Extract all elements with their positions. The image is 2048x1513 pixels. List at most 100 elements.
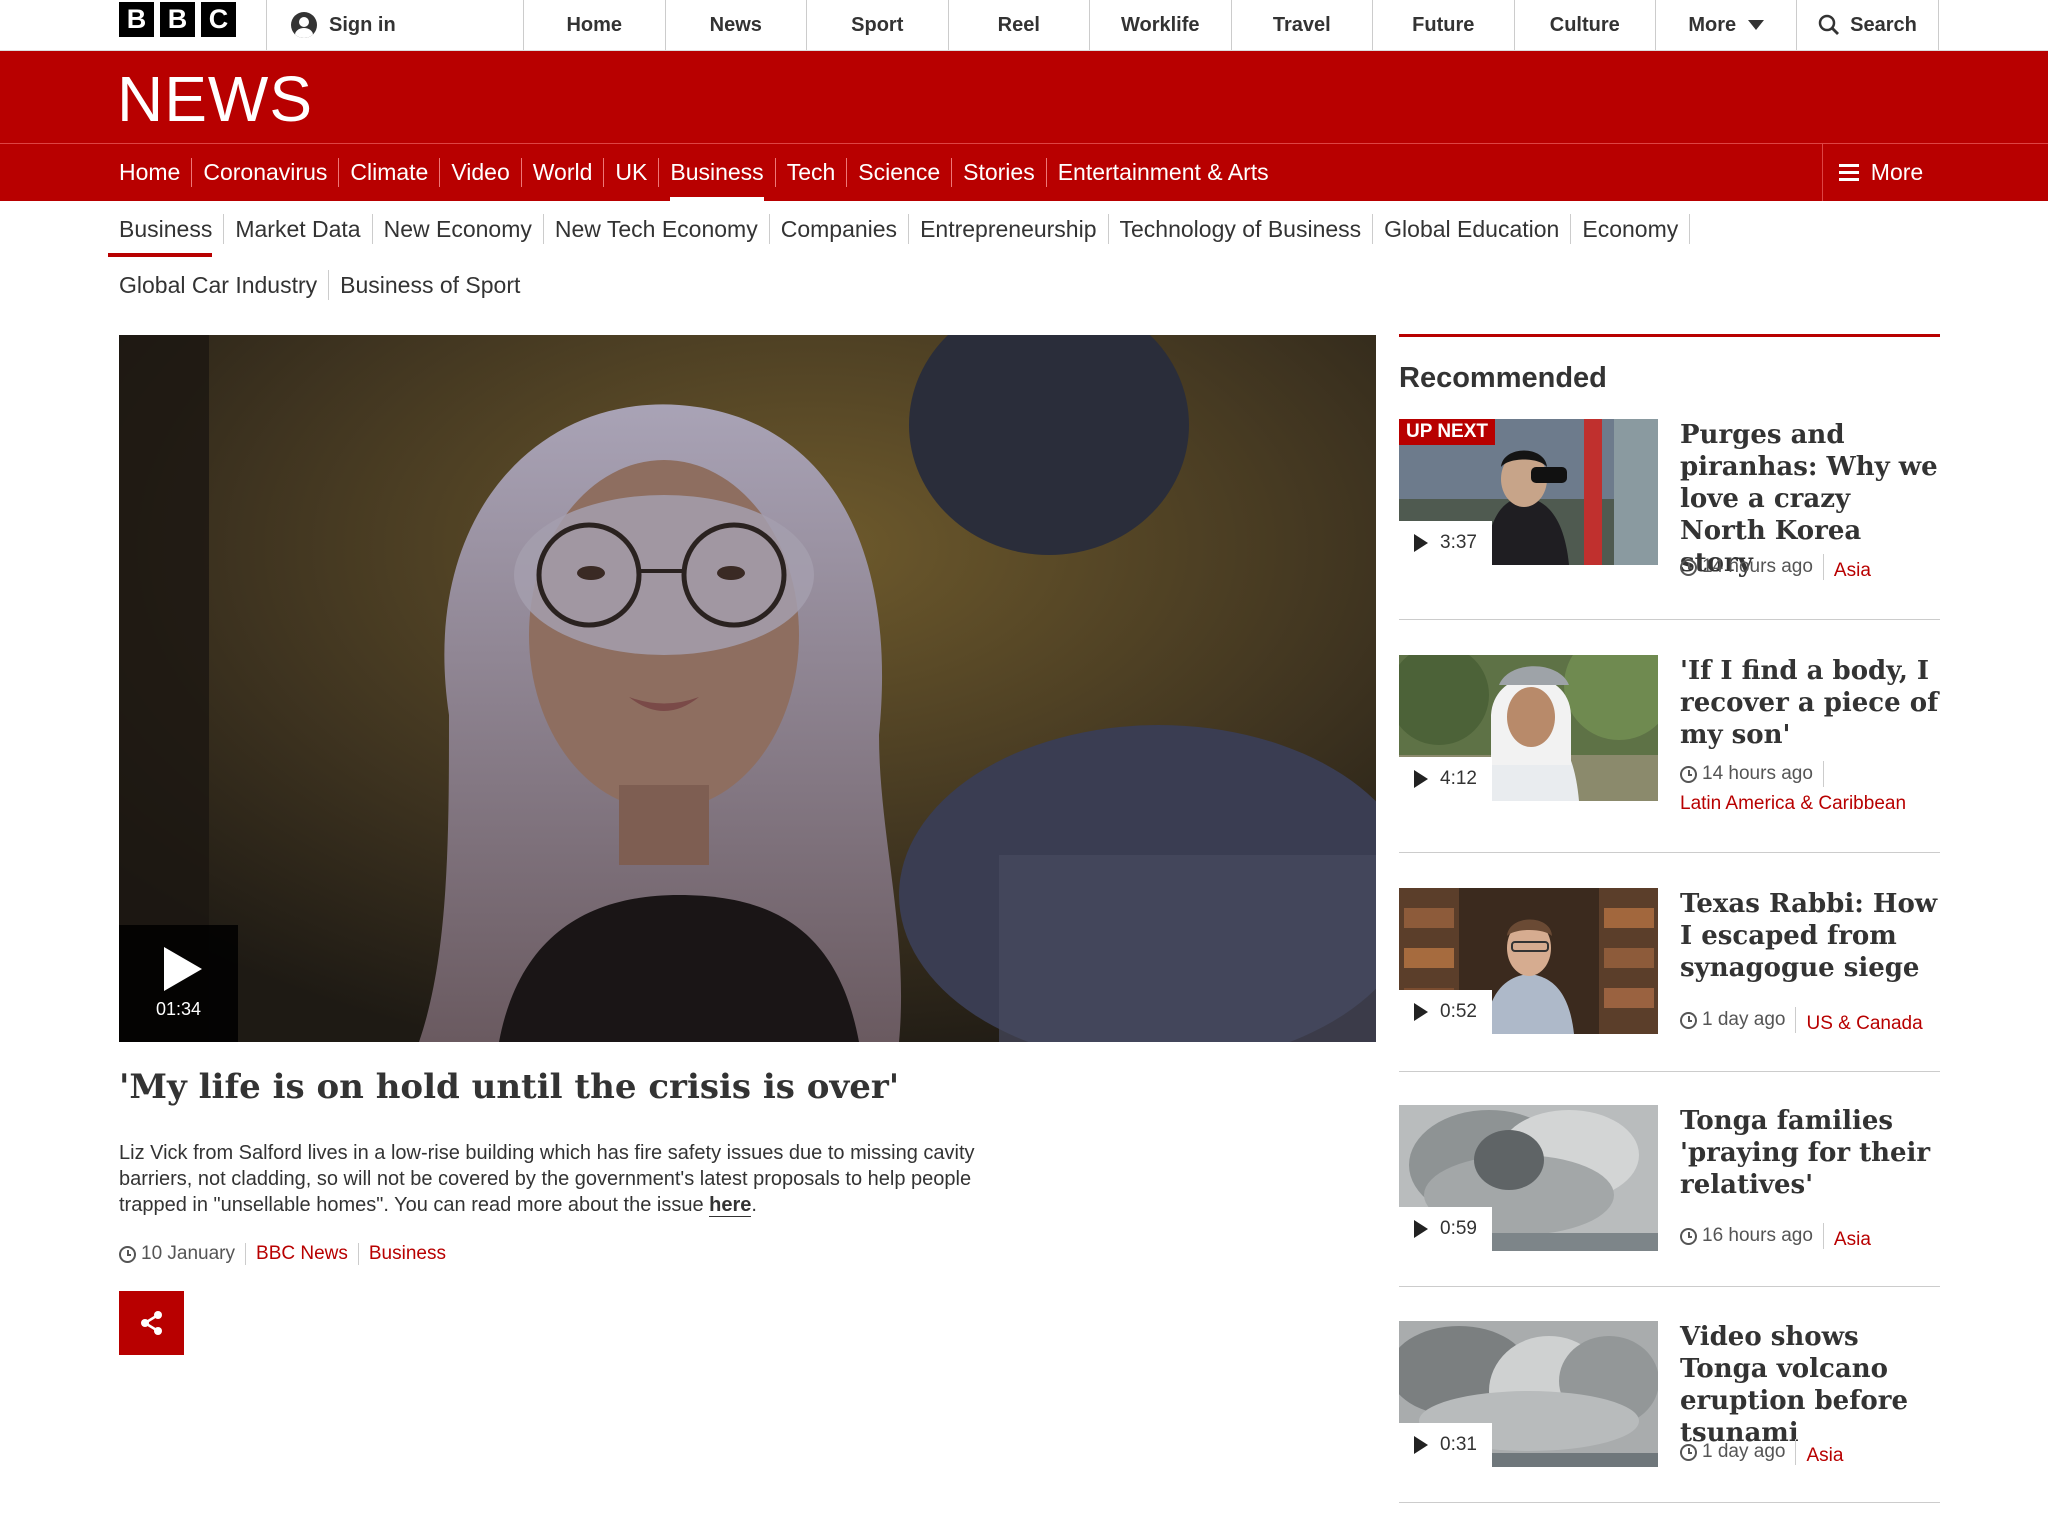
card-divider — [1399, 1286, 1940, 1287]
section-link[interactable]: Business — [357, 1243, 456, 1265]
news-nav-business[interactable]: Business — [658, 158, 774, 201]
play-icon — [1414, 1220, 1428, 1238]
play-button[interactable]: 01:34 — [119, 925, 238, 1042]
play-icon — [1414, 1003, 1428, 1021]
news-nav-video[interactable]: Video — [439, 158, 520, 187]
subnav-technology-of-business[interactable]: Technology of Business — [1107, 214, 1373, 244]
subnav-global-education[interactable]: Global Education — [1372, 214, 1570, 244]
sign-in-link[interactable]: Sign in — [266, 0, 524, 50]
news-header: NEWS Home Coronavirus Climate Video Worl… — [0, 51, 2048, 201]
card-time: 1 day ago — [1702, 1009, 1786, 1030]
subnav-business-of-sport[interactable]: Business of Sport — [328, 270, 531, 300]
news-nav-home[interactable]: Home — [119, 158, 191, 187]
card-meta: 1 day ago Asia — [1680, 1439, 1940, 1469]
share-button[interactable] — [119, 1291, 184, 1355]
card-duration: 3:37 — [1440, 532, 1477, 553]
card-meta: 14 hours ago Asia — [1680, 554, 1940, 584]
global-nav-sport[interactable]: Sport — [806, 0, 948, 50]
play-icon — [163, 947, 202, 991]
global-nav-news[interactable]: News — [664, 0, 807, 50]
subnav-companies[interactable]: Companies — [768, 214, 908, 244]
subnav-entrepreneurship[interactable]: Entrepreneurship — [908, 214, 1107, 244]
card-duration: 0:52 — [1440, 1001, 1477, 1022]
subnav-global-car-industry[interactable]: Global Car Industry — [119, 270, 328, 300]
card-category-link[interactable]: US & Canada — [1796, 1013, 1922, 1034]
subnav-business[interactable]: Business — [107, 214, 223, 257]
play-duration-badge: 0:31 — [1399, 1423, 1492, 1467]
news-nav: Home Coronavirus Climate Video World UK … — [119, 144, 1280, 201]
global-nav-culture[interactable]: Culture — [1513, 0, 1656, 50]
subnav-market-data[interactable]: Market Data — [223, 214, 371, 244]
news-nav-stories[interactable]: Stories — [951, 158, 1046, 187]
clock-icon — [119, 1245, 136, 1263]
card-meta: 14 hours ago Latin America & Caribbean — [1680, 761, 1940, 817]
news-nav-more-label: More — [1870, 159, 1924, 185]
card-time: 1 day ago — [1702, 1441, 1786, 1462]
search-button[interactable]: Search — [1796, 0, 1939, 50]
subnav-economy[interactable]: Economy — [1570, 214, 1691, 244]
news-nav-uk[interactable]: UK — [603, 158, 658, 187]
bbc-logo-letter: B — [160, 2, 195, 37]
source-link[interactable]: BBC News — [245, 1243, 358, 1265]
recommended-topline — [1399, 334, 1940, 337]
bbc-logo[interactable]: B B C — [119, 2, 236, 37]
sign-in-label: Sign in — [329, 13, 396, 36]
card-category-link[interactable]: Asia — [1824, 560, 1871, 581]
subnav-new-economy[interactable]: New Economy — [371, 214, 543, 244]
card-time: 14 hours ago — [1702, 556, 1813, 577]
play-duration-badge: 0:59 — [1399, 1207, 1492, 1251]
play-icon — [1414, 770, 1428, 788]
card-time: 16 hours ago — [1702, 1225, 1813, 1246]
play-duration-badge: 3:37 — [1399, 521, 1492, 565]
video-still-image — [119, 335, 1376, 1042]
global-nav-more-button[interactable]: More — [1655, 0, 1797, 50]
bbc-global-nav: Home News Sport Reel Worklife Travel Fut… — [523, 0, 1797, 50]
video-thumbnail[interactable]: 0:59 — [1399, 1105, 1658, 1251]
card-title[interactable]: Video shows Tonga volcano eruption befor… — [1680, 1321, 1940, 1449]
card-divider — [1399, 852, 1940, 853]
recommended-panel: Recommended UP NEXT 3:37 Purges and pira… — [1399, 334, 1940, 1503]
card-duration: 0:31 — [1440, 1434, 1477, 1455]
global-nav-reel[interactable]: Reel — [947, 0, 1090, 50]
video-thumbnail[interactable]: 4:12 — [1399, 655, 1658, 801]
news-nav-tech[interactable]: Tech — [774, 158, 847, 187]
summary-text: Liz Vick from Salford lives in a low-ris… — [119, 1142, 975, 1216]
news-nav-climate[interactable]: Climate — [338, 158, 439, 187]
video-thumbnail[interactable]: 0:31 — [1399, 1321, 1658, 1467]
video-duration: 01:34 — [155, 999, 202, 1019]
card-category-link[interactable]: Latin America & Caribbean — [1680, 793, 1906, 814]
more-label: More — [1688, 13, 1737, 36]
global-nav-worklife[interactable]: Worklife — [1089, 0, 1231, 50]
video-thumbnail[interactable]: UP NEXT 3:37 — [1399, 419, 1658, 565]
card-divider — [1399, 619, 1940, 620]
clock-icon — [1680, 1443, 1697, 1461]
news-nav-science[interactable]: Science — [846, 158, 951, 187]
news-nav-more-button[interactable]: More — [1822, 144, 1939, 201]
global-nav-future[interactable]: Future — [1372, 0, 1514, 50]
news-nav-coronavirus[interactable]: Coronavirus — [191, 158, 338, 187]
video-meta: 10 January BBC News Business — [119, 1243, 456, 1265]
card-title[interactable]: 'If I find a body, I recover a piece of … — [1680, 655, 1940, 751]
card-category-link[interactable]: Asia — [1796, 1445, 1843, 1466]
account-icon — [291, 12, 317, 38]
global-nav-home[interactable]: Home — [523, 0, 665, 50]
card-title[interactable]: Tonga families 'praying for their relati… — [1680, 1105, 1940, 1201]
card-time: 14 hours ago — [1702, 763, 1813, 784]
menu-icon — [1838, 164, 1859, 181]
card-duration: 0:59 — [1440, 1218, 1477, 1239]
bbc-logo-letter: C — [201, 2, 236, 37]
card-title[interactable]: Texas Rabbi: How I escaped from synagogu… — [1680, 888, 1940, 984]
news-wordmark[interactable]: NEWS — [117, 62, 313, 136]
card-divider — [1399, 1071, 1940, 1072]
subnav-new-tech-economy[interactable]: New Tech Economy — [542, 214, 769, 244]
summary-here-link[interactable]: here — [709, 1194, 752, 1217]
news-nav-entertainment-arts[interactable]: Entertainment & Arts — [1045, 158, 1280, 187]
video-player[interactable]: 01:34 — [119, 335, 1376, 1042]
news-nav-world[interactable]: World — [520, 158, 604, 187]
video-thumbnail[interactable]: 0:52 — [1399, 888, 1658, 1034]
clock-icon — [1680, 765, 1697, 783]
global-nav-travel[interactable]: Travel — [1230, 0, 1373, 50]
video-summary: Liz Vick from Salford lives in a low-ris… — [119, 1140, 979, 1218]
card-meta: 16 hours ago Asia — [1680, 1223, 1940, 1253]
card-category-link[interactable]: Asia — [1824, 1229, 1871, 1250]
